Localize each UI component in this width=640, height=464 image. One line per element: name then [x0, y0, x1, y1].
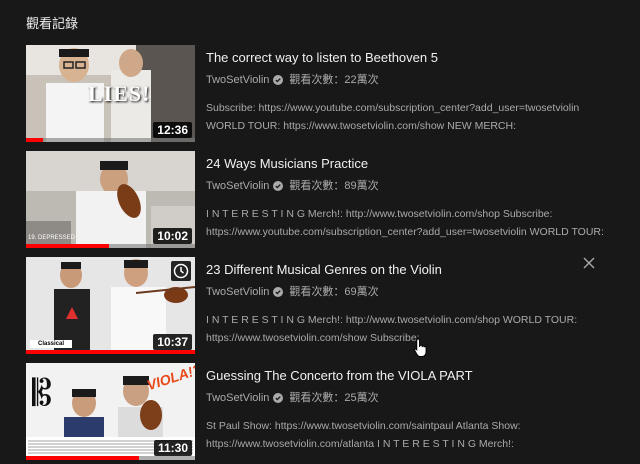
watch-progress-bar — [26, 138, 43, 142]
watch-progress-bar — [26, 244, 109, 248]
video-title[interactable]: Guessing The Concerto from the VIOLA PAR… — [206, 367, 616, 385]
video-description-line: St Paul Show: https://www.twosetviolin.c… — [206, 420, 521, 432]
thumbnail-overlay-text: 19. DEPRESSED — [28, 235, 76, 241]
channel-name[interactable]: TwoSetViolin — [206, 284, 269, 300]
video-thumbnail[interactable]: LIES! 12:36 — [26, 45, 195, 142]
video-title[interactable]: The correct way to listen to Beethoven 5 — [206, 49, 616, 67]
verified-icon — [273, 181, 284, 191]
video-title[interactable]: 23 Different Musical Genres on the Violi… — [206, 261, 616, 279]
video-item-4[interactable]: 𝄡 VIOLA!? 11:30 Guessing The Concerto fr… — [26, 363, 626, 461]
watch-later-button[interactable] — [171, 261, 191, 281]
video-thumbnail[interactable]: 𝄡 VIOLA!? 11:30 — [26, 363, 195, 460]
video-description-line: https://www.youtube.com/subscription_cen… — [206, 226, 604, 238]
video-description-line: https://www.twosetviolin.com/show Subscr… — [206, 332, 420, 344]
video-thumbnail[interactable]: 19. DEPRESSED 10:02 — [26, 151, 195, 248]
watch-progress-track — [26, 244, 195, 248]
video-description-line: I N T E R E S T I N G Merch!: http://www… — [206, 208, 553, 220]
video-description-line: I N T E R E S T I N G Merch!: http://www… — [206, 314, 578, 326]
watch-progress-track — [26, 456, 195, 460]
view-count: 觀看次數：69萬次 — [289, 286, 379, 298]
verified-icon — [273, 75, 284, 85]
video-description-line: WORLD TOUR: https://www.twosetviolin.com… — [206, 120, 517, 132]
clock-icon — [173, 263, 189, 279]
watch-progress-bar — [26, 456, 140, 460]
video-title[interactable]: 24 Ways Musicians Practice — [206, 155, 616, 173]
video-description-line: https://www.twosetviolin.com/atlanta I N… — [206, 438, 514, 450]
page-title: 觀看記錄 — [26, 16, 79, 31]
view-count: 觀看次數：25萬次 — [289, 392, 379, 404]
verified-icon — [273, 287, 284, 297]
video-duration: 12:36 — [153, 122, 192, 138]
thumbnail-overlay-text: Classical — [30, 340, 73, 348]
video-thumbnail[interactable]: Classical 10:37 — [26, 257, 195, 354]
view-count: 觀看次數：89萬次 — [289, 180, 379, 192]
channel-name[interactable]: TwoSetViolin — [206, 72, 269, 88]
svg-text:𝄡: 𝄡 — [32, 373, 52, 414]
watch-progress-track — [26, 350, 195, 354]
channel-name[interactable]: TwoSetViolin — [206, 390, 269, 406]
close-icon — [583, 257, 595, 269]
video-duration: 11:30 — [153, 440, 192, 456]
watch-progress-track — [26, 138, 195, 142]
hand-cursor-icon — [414, 338, 427, 357]
channel-name[interactable]: TwoSetViolin — [206, 178, 269, 194]
video-duration: 10:37 — [153, 334, 192, 350]
verified-icon — [273, 393, 284, 403]
thumbnail-overlay-text: LIES! — [88, 81, 151, 106]
video-item-3[interactable]: Classical 10:37 23 Different Musical Gen… — [26, 257, 626, 355]
remove-from-history-button[interactable] — [581, 255, 597, 271]
video-description-line: Subscribe: https://www.youtube.com/subsc… — [206, 102, 580, 114]
view-count: 觀看次數：22萬次 — [289, 74, 379, 86]
watch-progress-bar — [26, 350, 195, 354]
video-item-1[interactable]: LIES! 12:36 The correct way to listen to… — [26, 45, 626, 143]
video-duration: 10:02 — [153, 228, 192, 244]
video-item-2[interactable]: 19. DEPRESSED 10:02 24 Ways Musicians Pr… — [26, 151, 626, 249]
